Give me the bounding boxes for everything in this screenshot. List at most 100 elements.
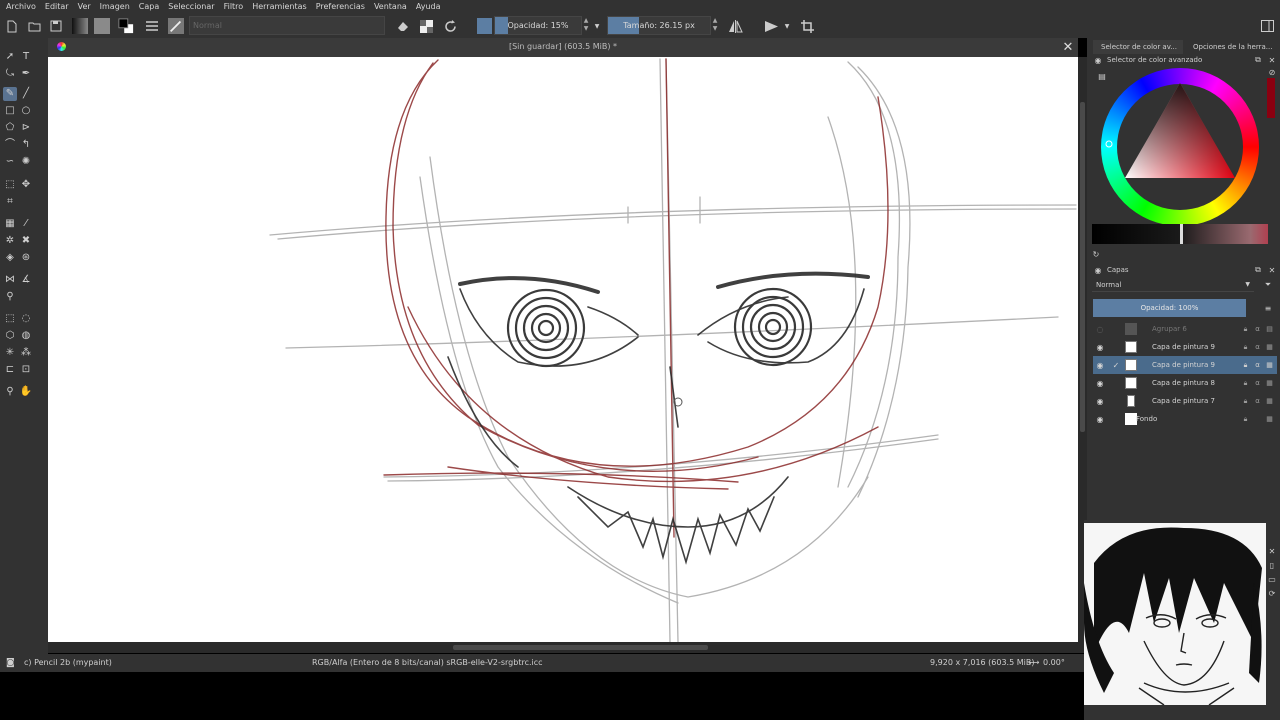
lock-icon[interactable]: 🔒︎ <box>1241 342 1250 352</box>
alpha-lock-icon[interactable]: ▦ <box>1265 360 1274 370</box>
refresh-icon[interactable]: ⟳ <box>1267 588 1277 598</box>
save-icon[interactable] <box>48 18 64 34</box>
eraser-mode-icon[interactable] <box>394 18 410 34</box>
lock-icon[interactable]: 🔒︎ <box>1241 324 1250 334</box>
tab-tool-options[interactable]: Opciones de la herra... <box>1185 40 1278 54</box>
opacity-slider[interactable]: Opacidad: 15% <box>494 16 582 35</box>
eye-icon[interactable]: ◉ <box>1095 396 1105 406</box>
color-wheel[interactable] <box>1101 68 1259 226</box>
color-history-strip[interactable] <box>1267 78 1275 118</box>
bezier-tool-icon[interactable]: ⌒ <box>3 138 17 152</box>
layer-row-selected[interactable]: ◉ ✓ Capa de pintura 9 🔒︎ α ▦ <box>1093 356 1277 374</box>
mirror-vertical-icon[interactable] <box>763 18 779 34</box>
move-tool-icon[interactable]: ✥ <box>19 178 33 192</box>
layers-stack-icon[interactable] <box>144 18 160 34</box>
drawing-canvas[interactable] <box>48 57 1078 642</box>
colorize-mask-icon[interactable]: ✖ <box>19 234 33 248</box>
pin-icon[interactable]: ▯ <box>1267 560 1277 570</box>
freehand-brush-icon[interactable]: ✎ <box>3 87 17 101</box>
size-spin-icon[interactable]: ▲ ▼ <box>711 17 719 34</box>
group-icon[interactable]: ▤ <box>1265 324 1274 334</box>
window-layout-icon[interactable] <box>1259 18 1275 34</box>
similar-select-icon[interactable]: ⁂ <box>19 346 33 360</box>
close-icon[interactable]: ✕ <box>1060 39 1076 55</box>
menu-archivo[interactable]: Archivo <box>6 2 36 11</box>
contiguous-select-icon[interactable]: ✳ <box>3 346 17 360</box>
layer-row[interactable]: ◉ Capa de pintura 8 🔒︎ α ▦ <box>1093 374 1277 392</box>
vertical-scroll-thumb[interactable] <box>1080 102 1085 432</box>
smart-patch-icon[interactable]: ✲ <box>3 234 17 248</box>
alpha-inherit-icon[interactable]: α <box>1253 342 1262 352</box>
lock-icon[interactable]: 🔒︎ <box>1241 378 1250 388</box>
menu-seleccionar[interactable]: Seleccionar <box>168 2 214 11</box>
eye-icon[interactable]: ◉ <box>1095 360 1105 370</box>
menu-ayuda[interactable]: Ayuda <box>416 2 441 11</box>
color-picker-icon[interactable]: ⁄ <box>19 217 33 231</box>
document-tab[interactable]: [Sin guardar] (603.5 MiB) * ✕ <box>48 38 1078 57</box>
brush-preset-icon[interactable] <box>168 18 184 34</box>
flow-color-icon[interactable] <box>477 18 492 34</box>
color-reset-icon[interactable]: ⊘ <box>1267 67 1277 77</box>
save-icon[interactable]: ▭ <box>1267 574 1277 584</box>
crop-tool-icon[interactable]: ⌗ <box>3 195 17 209</box>
size-slider[interactable]: Tamaño: 26.15 px <box>607 16 711 35</box>
blend-mode-select[interactable]: Normal <box>189 16 385 35</box>
freehand-select-icon[interactable]: ◍ <box>19 329 33 343</box>
menu-ver[interactable]: Ver <box>78 2 91 11</box>
layer-row[interactable]: ◉ Capa de pintura 9 🔒︎ α ▦ <box>1093 338 1277 356</box>
freehand-path-icon[interactable]: ↰ <box>19 138 33 152</box>
gradient-swatch-icon[interactable] <box>72 18 88 34</box>
alpha-lock-icon[interactable] <box>418 18 434 34</box>
polygon-select-icon[interactable]: ⬡ <box>3 329 17 343</box>
dynamic-brush-icon[interactable]: ∽ <box>3 155 17 169</box>
tab-advanced-color-selector[interactable]: Selector de color av... <box>1093 40 1183 54</box>
transform-tool-icon[interactable]: ⬚ <box>3 178 17 192</box>
layer-row[interactable]: ◉ Fondo 🔒︎ ▦ <box>1093 410 1277 428</box>
pattern-swatch-icon[interactable] <box>94 18 110 34</box>
layer-row[interactable]: ◌ Agrupar 6 🔒︎ α ▤ <box>1093 320 1277 338</box>
float-panel-icon[interactable]: ⧉ <box>1253 265 1263 275</box>
eye-icon[interactable]: ◉ <box>1095 342 1105 352</box>
lock-icon[interactable]: 🔒︎ <box>1241 414 1250 424</box>
polyline-tool-icon[interactable]: ⊳ <box>19 121 33 135</box>
reload-preset-icon[interactable] <box>442 18 458 34</box>
eye-icon[interactable]: ◉ <box>1095 414 1105 424</box>
calligraphy-icon[interactable]: ✒ <box>19 67 33 81</box>
float-panel-icon[interactable]: ⧉ <box>1253 55 1263 65</box>
ellipse-select-icon[interactable]: ◌ <box>19 312 33 326</box>
close-icon[interactable]: ✕ <box>1267 546 1277 556</box>
filter-icon[interactable]: ⏷ <box>1263 280 1273 290</box>
magnetic-select-icon[interactable]: ⊡ <box>19 363 33 377</box>
lock-icon[interactable]: 🔒︎ <box>1241 360 1250 370</box>
refresh-icon[interactable]: ↻ <box>1091 249 1101 259</box>
measure-tool-icon[interactable]: ∡ <box>19 273 33 287</box>
layer-opacity-slider[interactable]: Opacidad: 100% <box>1093 299 1246 317</box>
new-document-icon[interactable] <box>4 18 20 34</box>
menu-ventana[interactable]: Ventana <box>374 2 407 11</box>
eye-hidden-icon[interactable]: ◌ <box>1095 324 1105 334</box>
fg-bg-color-icon[interactable] <box>118 18 134 34</box>
eye-icon[interactable]: ◉ <box>1095 378 1105 388</box>
menu-filtro[interactable]: Filtro <box>224 2 244 11</box>
polygon-tool-icon[interactable]: ⬠ <box>3 121 17 135</box>
checkmark-icon[interactable]: ✓ <box>1111 360 1121 370</box>
layer-row[interactable]: ◉ Capa de pintura 7 🔒︎ α ▦ <box>1093 392 1277 410</box>
opacity-spin-icon[interactable]: ▲ ▼ <box>582 17 590 34</box>
alpha-inherit-icon[interactable]: α <box>1253 378 1262 388</box>
close-icon[interactable]: ✕ <box>1267 55 1277 65</box>
rect-select-icon[interactable]: ⬚ <box>3 312 17 326</box>
dock-lock-icon[interactable]: ◉ <box>1093 265 1103 275</box>
chevron-down-icon[interactable]: ▼ <box>783 18 791 34</box>
layer-blend-mode-select[interactable]: Normal ▼ <box>1092 279 1254 292</box>
enclose-fill-icon[interactable]: ⊛ <box>19 251 33 265</box>
brush-preset-status-icon[interactable]: ◙ <box>6 658 15 668</box>
color-triangle[interactable] <box>1101 68 1259 226</box>
lock-icon[interactable]: 🔒︎ <box>1241 396 1250 406</box>
mirror-horizontal-icon[interactable] <box>727 18 743 34</box>
dock-lock-icon[interactable]: ◉ <box>1093 55 1103 65</box>
menu-herramientas[interactable]: Herramientas <box>252 2 307 11</box>
alpha-inherit-icon[interactable]: α <box>1253 324 1262 334</box>
bezier-select-icon[interactable]: ⊏ <box>3 363 17 377</box>
horizontal-scrollbar[interactable] <box>48 642 1078 653</box>
alpha-inherit-icon[interactable]: α <box>1253 360 1262 370</box>
